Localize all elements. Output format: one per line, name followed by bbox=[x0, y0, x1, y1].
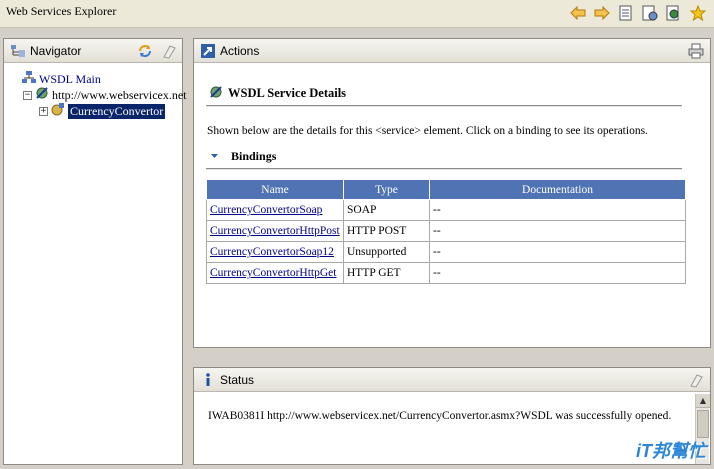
status-message: IWAB0381I http://www.webservicex.net/Cur… bbox=[208, 410, 672, 422]
info-icon bbox=[204, 372, 220, 388]
actions-panel: Actions WSDL Service Details Shown below… bbox=[193, 38, 711, 348]
tree-label-binding-selected: CurrencyConvertor bbox=[68, 103, 166, 119]
service-description: Shown below are the details for this <se… bbox=[207, 125, 648, 137]
status-title: Status bbox=[220, 373, 255, 387]
tree-label-wsdl-main: WSDL Main bbox=[39, 71, 101, 86]
binding-doc-cell: -- bbox=[429, 220, 686, 242]
binding-type-cell: Unsupported bbox=[343, 241, 430, 263]
navigator-panel: Navigator WSDL Main − http://www.webserv… bbox=[3, 38, 187, 465]
collapse-triangle-icon bbox=[210, 149, 219, 164]
collapse-toggle[interactable]: − bbox=[23, 90, 32, 100]
service-details-title: WSDL Service Details bbox=[228, 85, 347, 100]
uddi-page-icon[interactable] bbox=[616, 4, 636, 22]
binding-link[interactable]: CurrencyConvertorHttpGet bbox=[210, 267, 336, 279]
tree-label-service: http://www.webservicex.net bbox=[52, 87, 187, 102]
table-row: CurrencyConvertorHttpGet HTTP GET -- bbox=[206, 262, 686, 284]
table-row: CurrencyConvertorHttpPost HTTP POST -- bbox=[206, 220, 686, 242]
bindings-table: Name Type Documentation CurrencyConverto… bbox=[206, 179, 686, 284]
status-panel: Status IWAB0381I http://www.webservicex.… bbox=[193, 367, 711, 465]
wsdl-service-icon bbox=[208, 83, 224, 103]
clear-status-icon[interactable] bbox=[688, 372, 704, 392]
binding-name-cell: CurrencyConvertorHttpPost bbox=[206, 220, 344, 242]
binding-name-cell: CurrencyConvertorSoap12 bbox=[206, 241, 344, 263]
binding-type-cell: HTTP GET bbox=[343, 262, 430, 284]
binding-doc-cell: -- bbox=[429, 199, 686, 221]
tree-item-service[interactable]: − http://www.webservicex.net bbox=[23, 87, 187, 103]
binding-type-cell: HTTP POST bbox=[343, 220, 430, 242]
navigator-title: Navigator bbox=[30, 44, 82, 58]
divider bbox=[206, 168, 682, 170]
back-arrow-icon[interactable] bbox=[568, 4, 588, 22]
column-header-type: Type bbox=[343, 179, 430, 200]
binding-name-cell: CurrencyConvertorHttpGet bbox=[206, 262, 344, 284]
column-header-name: Name bbox=[206, 179, 344, 200]
binding-link[interactable]: CurrencyConvertorSoap bbox=[210, 204, 322, 216]
service-icon bbox=[35, 86, 49, 104]
table-row: CurrencyConvertorSoap SOAP -- bbox=[206, 199, 686, 221]
expand-toggle[interactable]: + bbox=[39, 106, 48, 116]
navigator-header: Navigator bbox=[4, 39, 182, 63]
favorites-star-icon[interactable] bbox=[688, 4, 708, 22]
service-details-heading: WSDL Service Details bbox=[208, 83, 346, 103]
navigator-tree: WSDL Main − http://www.webservicex.net +… bbox=[4, 63, 187, 119]
binding-doc-cell: -- bbox=[429, 262, 686, 284]
table-header-row: Name Type Documentation bbox=[206, 179, 686, 200]
tree-item-wsdl-main[interactable]: WSDL Main bbox=[22, 71, 101, 87]
actions-icon bbox=[200, 43, 216, 59]
table-row: CurrencyConvertorSoap12 Unsupported -- bbox=[206, 241, 686, 263]
toolbar bbox=[568, 4, 708, 22]
binding-link[interactable]: CurrencyConvertorHttpPost bbox=[210, 225, 340, 237]
clear-eraser-icon[interactable] bbox=[161, 43, 177, 63]
binding-link[interactable]: CurrencyConvertorSoap12 bbox=[210, 246, 334, 258]
wsdl-page-icon[interactable] bbox=[664, 4, 684, 22]
wsdl-main-icon bbox=[22, 70, 36, 88]
bindings-section-toggle[interactable]: Bindings bbox=[210, 149, 276, 164]
tree-item-binding[interactable]: + CurrencyConvertor bbox=[39, 102, 166, 120]
bindings-title: Bindings bbox=[231, 149, 277, 163]
window-title: Web Services Explorer bbox=[6, 4, 117, 18]
binding-icon bbox=[51, 102, 65, 120]
actions-title: Actions bbox=[220, 44, 260, 58]
refresh-icon[interactable] bbox=[137, 43, 153, 63]
navigator-icon bbox=[10, 43, 26, 59]
forward-arrow-icon[interactable] bbox=[592, 4, 612, 22]
scroll-thumb[interactable] bbox=[697, 410, 709, 438]
title-bar: Web Services Explorer bbox=[0, 0, 714, 28]
binding-doc-cell: -- bbox=[429, 241, 686, 263]
column-header-documentation: Documentation bbox=[429, 179, 686, 200]
print-icon[interactable] bbox=[688, 43, 704, 63]
watermark-logo: iT邦幫忙 bbox=[636, 441, 706, 461]
binding-name-cell: CurrencyConvertorSoap bbox=[206, 199, 344, 221]
scroll-up-arrow-icon[interactable]: ▲ bbox=[696, 394, 710, 408]
binding-type-cell: SOAP bbox=[343, 199, 430, 221]
divider bbox=[206, 105, 682, 107]
status-header: Status bbox=[194, 368, 710, 392]
wsil-page-icon[interactable] bbox=[640, 4, 660, 22]
actions-header: Actions bbox=[194, 39, 710, 63]
